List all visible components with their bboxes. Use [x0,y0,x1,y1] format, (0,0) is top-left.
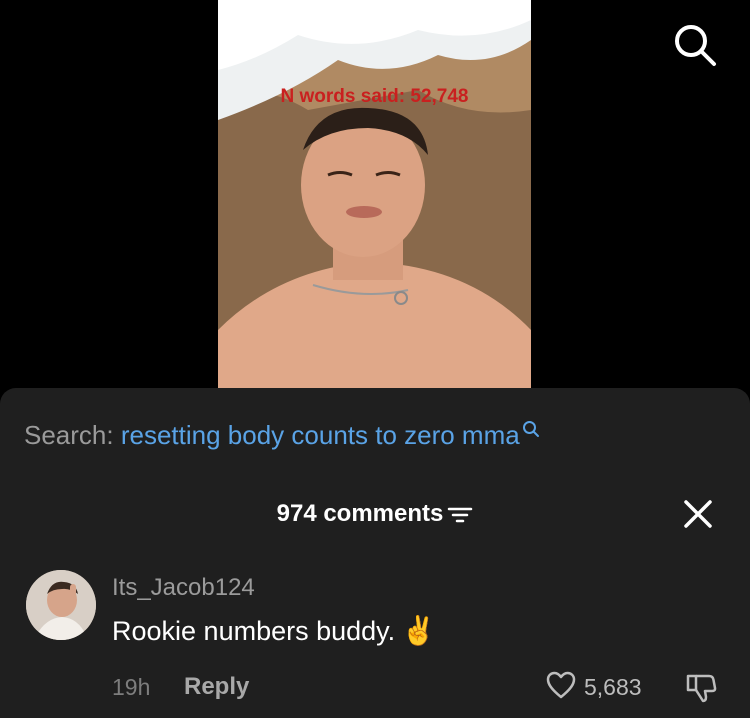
search-icon[interactable] [670,20,720,70]
reply-button[interactable]: Reply [184,673,249,701]
like-button[interactable]: 5,683 [546,671,642,704]
comments-count: 974 comments [276,500,444,527]
comment-text: Rookie numbers buddy. ✌️ [112,614,436,647]
comments-header[interactable]: 974 comments [0,500,750,528]
search-label: Search: [24,420,114,450]
search-suggestion[interactable]: Search: resetting body counts to zero mm… [24,420,540,451]
comments-panel: Search: resetting body counts to zero mm… [0,388,750,718]
video-overlay-text: N words said: 52,748 [280,86,469,107]
victory-hand-emoji: ✌️ [401,615,437,646]
comment-username[interactable]: Its_Jacob124 [112,574,255,602]
search-query-link[interactable]: resetting body counts to zero mma [121,420,520,450]
heart-icon [546,671,576,704]
like-count: 5,683 [584,673,642,700]
filter-icon[interactable] [443,500,473,527]
comment-timestamp: 19h [112,674,151,700]
video-frame[interactable]: N words said: 52,748 [218,0,531,388]
comment-body: Rookie numbers buddy. [112,616,396,646]
video-image [218,0,531,388]
close-icon[interactable] [680,496,716,532]
avatar[interactable] [26,570,96,640]
dislike-icon[interactable] [684,670,718,704]
small-search-icon [520,420,540,450]
